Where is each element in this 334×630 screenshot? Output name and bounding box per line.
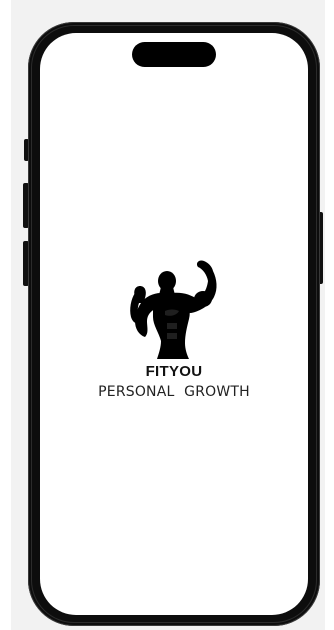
splash-screen: FITYOU PERSONAL GROWTH xyxy=(40,33,308,615)
canvas: FITYOU PERSONAL GROWTH xyxy=(0,0,334,630)
brand-name: FITYOU xyxy=(145,363,203,380)
tagline: PERSONAL GROWTH xyxy=(98,384,250,400)
dynamic-island xyxy=(132,42,216,67)
flexing-bodybuilder-icon xyxy=(130,260,217,359)
